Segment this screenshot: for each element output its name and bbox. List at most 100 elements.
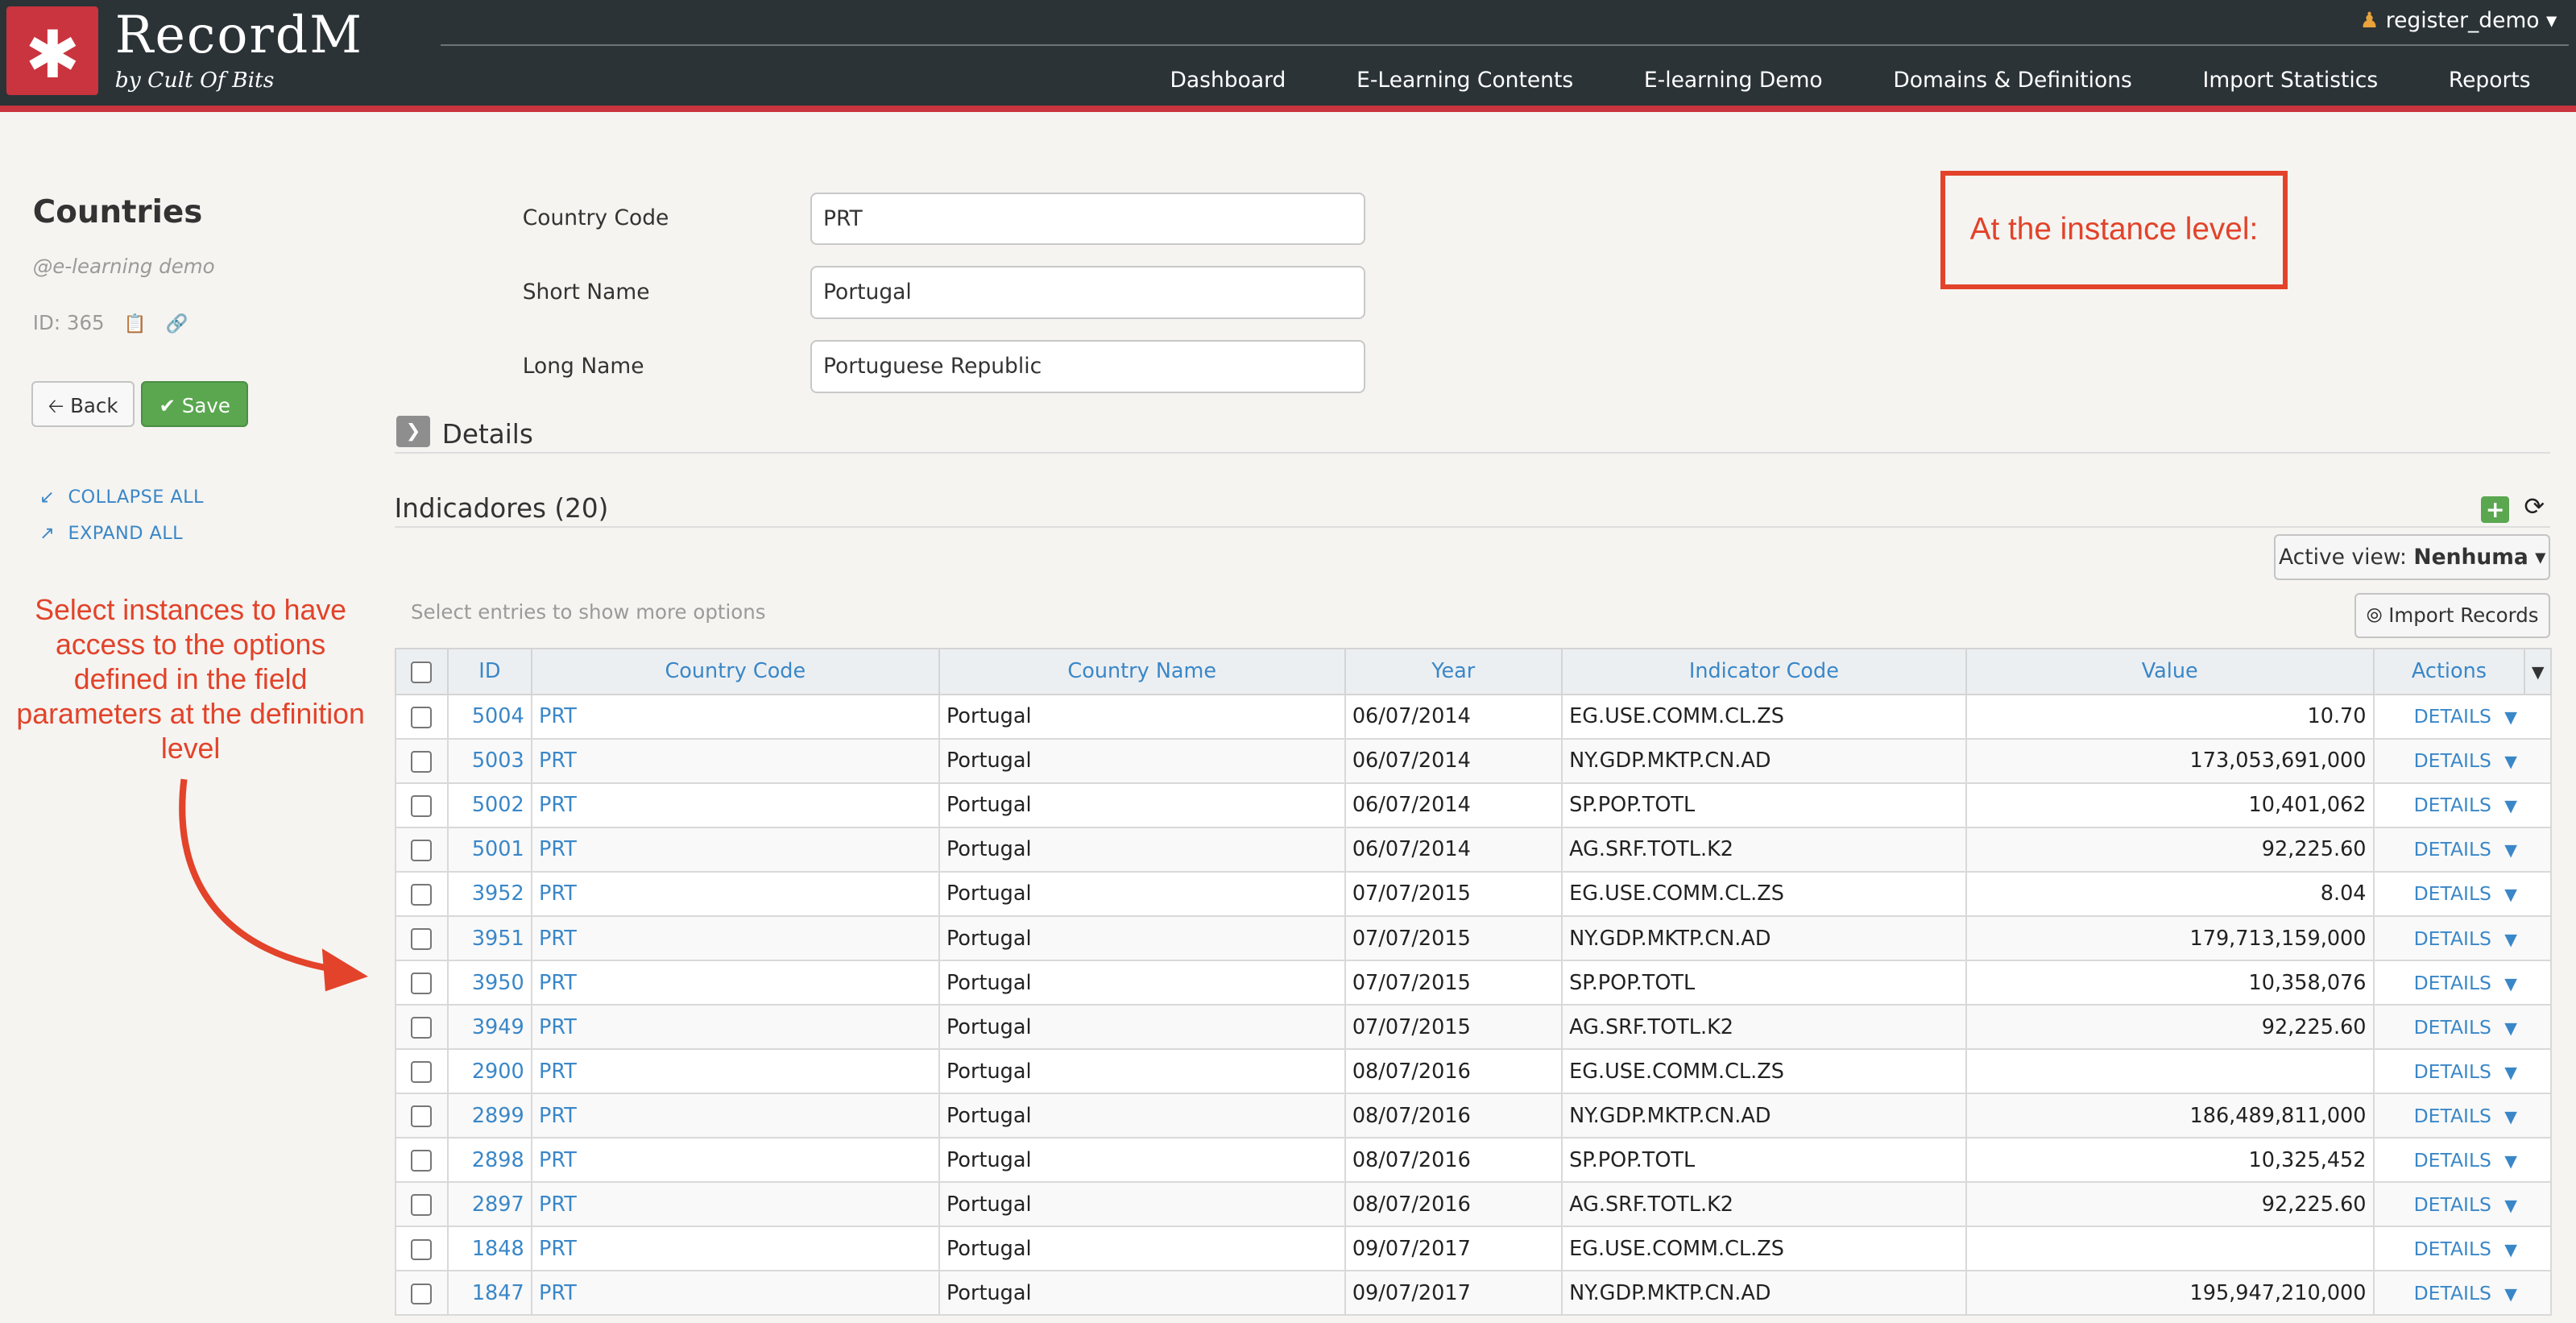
row-country-code-link[interactable]: PRT [530, 1226, 940, 1272]
columns-menu-caret-icon[interactable]: ▼ [2524, 647, 2552, 695]
row-checkbox[interactable] [394, 693, 449, 740]
column-header-country-name[interactable]: Country Name [938, 647, 1346, 695]
row-checkbox[interactable] [394, 737, 449, 784]
back-button[interactable]: 🡠 Back [31, 381, 135, 428]
user-menu[interactable]: ♟ register_demo ▾ [2360, 8, 2557, 33]
row-country-code-link[interactable]: PRT [530, 693, 940, 740]
row-country-code-link[interactable]: PRT [530, 1048, 940, 1095]
table-row[interactable]: 3949 PRT Portugal 07/07/2015 AG.SRF.TOTL.K2 9… [394, 1004, 2552, 1051]
row-country-code-link[interactable]: PRT [530, 1137, 940, 1184]
row-checkbox[interactable] [394, 960, 449, 1006]
row-checkbox[interactable] [394, 914, 449, 962]
row-id-link[interactable]: 2897 [446, 1181, 532, 1228]
row-country-code-link[interactable]: PRT [530, 914, 940, 962]
column-header-value[interactable]: Value [1965, 647, 2375, 695]
row-details-button[interactable]: DETAILS ▼ [2372, 1004, 2552, 1051]
row-id-link[interactable]: 2899 [446, 1093, 532, 1139]
link-icon[interactable]: 🔗 [166, 313, 188, 334]
nav-e-learning-contents[interactable]: E-Learning Contents [1356, 68, 1573, 93]
row-id-link[interactable]: 2900 [446, 1048, 532, 1095]
row-id-link[interactable]: 5001 [446, 826, 532, 873]
column-header-country-code[interactable]: Country Code [530, 647, 940, 695]
row-id-link[interactable]: 5003 [446, 737, 532, 784]
row-details-button[interactable]: DETAILS ▼ [2372, 737, 2552, 784]
row-checkbox[interactable] [394, 826, 449, 873]
row-details-button[interactable]: DETAILS ▼ [2372, 914, 2552, 962]
details-toggle-chevron-right-icon[interactable]: ❯ [396, 416, 431, 447]
row-id-link[interactable]: 5002 [446, 782, 532, 828]
table-row[interactable]: 3952 PRT Portugal 07/07/2015 EG.USE.COMM.CL.… [394, 870, 2552, 917]
row-country-code-link[interactable]: PRT [530, 1270, 940, 1317]
row-details-button[interactable]: DETAILS ▼ [2372, 693, 2552, 740]
row-country-code-link[interactable]: PRT [530, 826, 940, 873]
clipboard-icon[interactable]: 📋 [124, 313, 147, 334]
refresh-icon[interactable]: ⟳ [2524, 493, 2545, 521]
collapse-all-link[interactable]: ↙ COLLAPSE ALL [39, 487, 204, 508]
app-title[interactable]: RecordM [115, 5, 363, 64]
logo-asterisk-icon[interactable]: ✱ [6, 6, 99, 96]
nav-domains-definitions[interactable]: Domains & Definitions [1893, 68, 2131, 93]
column-header-indicator-code[interactable]: Indicator Code [1560, 647, 1967, 695]
save-button[interactable]: ✔ Save [141, 381, 249, 428]
row-checkbox[interactable] [394, 1048, 449, 1095]
row-checkbox[interactable] [394, 1004, 449, 1051]
short-name-input[interactable]: Portugal [810, 266, 1366, 319]
nav-reports[interactable]: Reports [2449, 68, 2531, 93]
row-checkbox[interactable] [394, 870, 449, 917]
table-row[interactable]: 3951 PRT Portugal 07/07/2015 NY.GDP.MKTP.CN.… [394, 914, 2552, 962]
row-country-code-link[interactable]: PRT [530, 782, 940, 828]
row-id-link[interactable]: 1848 [446, 1226, 532, 1272]
table-row[interactable]: 2898 PRT Portugal 08/07/2016 SP.POP.TOTL 10,3… [394, 1137, 2552, 1184]
row-checkbox[interactable] [394, 1137, 449, 1184]
row-id-link[interactable]: 3949 [446, 1004, 532, 1051]
table-row[interactable]: 1847 PRT Portugal 09/07/2017 NY.GDP.MKTP.CN.… [394, 1270, 2552, 1317]
row-country-code-link[interactable]: PRT [530, 1093, 940, 1139]
row-details-button[interactable]: DETAILS ▼ [2372, 870, 2552, 917]
row-details-button[interactable]: DETAILS ▼ [2372, 1226, 2552, 1272]
table-row[interactable]: 5001 PRT Portugal 06/07/2014 AG.SRF.TOTL.K2 9… [394, 826, 2552, 873]
table-row[interactable]: 2897 PRT Portugal 08/07/2016 AG.SRF.TOTL.K2 9… [394, 1181, 2552, 1228]
column-header-id[interactable]: ID [446, 647, 532, 695]
row-id-link[interactable]: 1847 [446, 1270, 532, 1317]
row-details-button[interactable]: DETAILS ▼ [2372, 1093, 2552, 1139]
country-code-input[interactable]: PRT [810, 192, 1366, 245]
column-header-year[interactable]: Year [1344, 647, 1563, 695]
row-details-button[interactable]: DETAILS ▼ [2372, 1137, 2552, 1184]
table-row[interactable]: 2899 PRT Portugal 08/07/2016 NY.GDP.MKTP.CN.… [394, 1093, 2552, 1139]
row-country-code-link[interactable]: PRT [530, 1004, 940, 1051]
expand-all-link[interactable]: ↗ EXPAND ALL [39, 523, 183, 544]
table-row[interactable]: 3950 PRT Portugal 07/07/2015 SP.POP.TOTL 10,3… [394, 960, 2552, 1006]
row-checkbox[interactable] [394, 1270, 449, 1317]
details-section-title[interactable]: Details [442, 419, 533, 450]
row-details-button[interactable]: DETAILS ▼ [2372, 960, 2552, 1006]
table-row[interactable]: 5003 PRT Portugal 06/07/2014 NY.GDP.MKTP.CN.… [394, 737, 2552, 784]
table-row[interactable]: 2900 PRT Portugal 08/07/2016 EG.USE.COMM.CL.… [394, 1048, 2552, 1095]
row-checkbox[interactable] [394, 1181, 449, 1228]
long-name-input[interactable]: Portuguese Republic [810, 340, 1366, 393]
row-details-button[interactable]: DETAILS ▼ [2372, 782, 2552, 828]
row-checkbox[interactable] [394, 782, 449, 828]
row-details-button[interactable]: DETAILS ▼ [2372, 1181, 2552, 1228]
table-row[interactable]: 5002 PRT Portugal 06/07/2014 SP.POP.TOTL 10,4… [394, 782, 2552, 828]
nav-import-statistics[interactable]: Import Statistics [2203, 68, 2379, 93]
row-country-code-link[interactable]: PRT [530, 737, 940, 784]
row-id-link[interactable]: 3952 [446, 870, 532, 917]
row-checkbox[interactable] [394, 1226, 449, 1272]
row-details-button[interactable]: DETAILS ▼ [2372, 1270, 2552, 1317]
row-id-link[interactable]: 3951 [446, 914, 532, 962]
row-details-button[interactable]: DETAILS ▼ [2372, 826, 2552, 873]
row-country-code-link[interactable]: PRT [530, 1181, 940, 1228]
table-row[interactable]: 5004 PRT Portugal 06/07/2014 EG.USE.COMM.CL.… [394, 693, 2552, 740]
select-all-checkbox[interactable] [394, 647, 449, 695]
table-row[interactable]: 1848 PRT Portugal 09/07/2017 EG.USE.COMM.CL.… [394, 1226, 2552, 1272]
row-country-code-link[interactable]: PRT [530, 870, 940, 917]
row-checkbox[interactable] [394, 1093, 449, 1139]
row-id-link[interactable]: 5004 [446, 693, 532, 740]
active-view-dropdown[interactable]: Active view: Nenhuma ▾ [2274, 534, 2551, 581]
row-country-code-link[interactable]: PRT [530, 960, 940, 1006]
row-id-link[interactable]: 2898 [446, 1137, 532, 1184]
row-details-button[interactable]: DETAILS ▼ [2372, 1048, 2552, 1095]
row-id-link[interactable]: 3950 [446, 960, 532, 1006]
import-records-button[interactable]: ⦾ Import Records [2354, 593, 2551, 638]
add-icon[interactable]: + [2481, 496, 2510, 523]
